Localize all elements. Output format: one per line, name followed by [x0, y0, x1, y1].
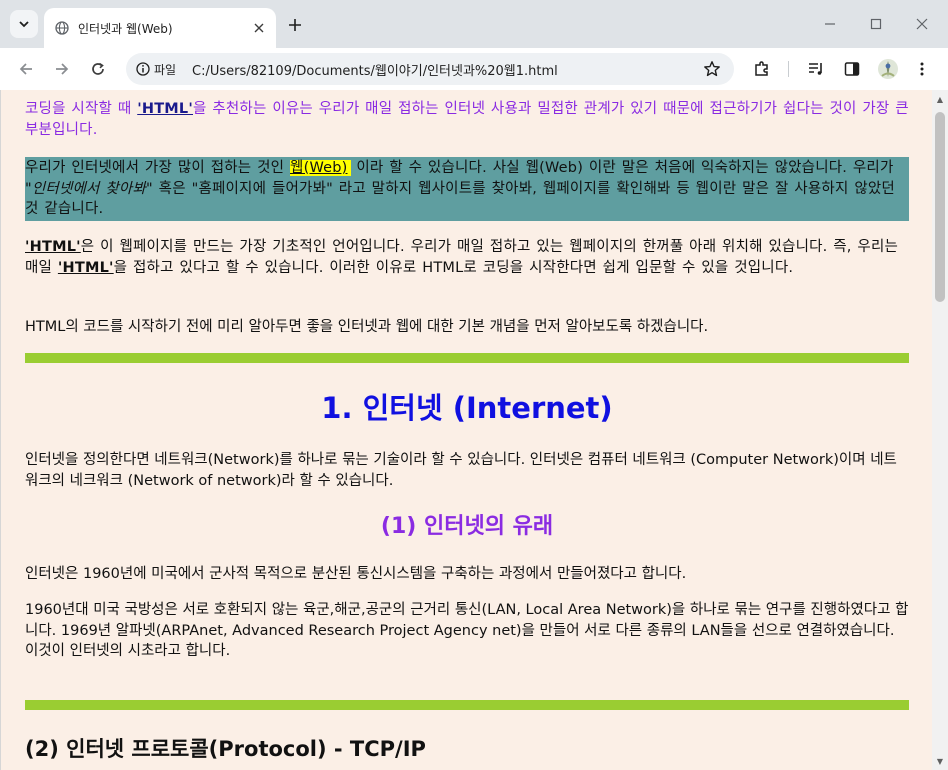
- site-chip-label: 파일: [154, 62, 177, 77]
- minimize-button[interactable]: [818, 12, 842, 36]
- web-text-end: 혹은 "홈페이지에 들어가봐" 라고 말하지 웹사이트를 찾아봐, 웹페이지를 …: [25, 180, 895, 218]
- maximize-icon: [870, 18, 882, 30]
- html-keyword: 'HTML': [137, 101, 193, 117]
- internet-definition-paragraph: 인터넷을 정의한다면 네트워크(Network)를 하나로 묶는 기술이라 할 …: [25, 452, 897, 489]
- tab-title: 인터넷과 웹(Web): [78, 21, 173, 36]
- media-icon: [809, 63, 822, 75]
- horizontal-rule: [25, 700, 909, 710]
- heading-internet-origin: (1) 인터넷의 유래: [380, 514, 554, 539]
- extensions-icon: [755, 61, 768, 76]
- close-icon[interactable]: [250, 19, 268, 37]
- back-icon: [19, 63, 32, 75]
- heading-internet: 1. 인터넷 (Internet): [321, 391, 613, 425]
- globe-icon: [54, 20, 70, 36]
- site-info-chip[interactable]: 파일: [130, 57, 184, 81]
- page-viewport: 코딩을 시작할 때 'HTML'을 추천하는 이유는 우리가 매일 접하는 인터…: [0, 90, 932, 770]
- new-tab-button[interactable]: [284, 14, 306, 36]
- origin-text: 1960년대 미국 국방성은 서로 호환되지 않는 육군,해군,공군의 근거리 …: [25, 602, 909, 639]
- browser-toolbar: 파일 C:/Users/82109/Documents/웹이야기/인터넷과%20…: [0, 48, 948, 90]
- url-text[interactable]: C:/Users/82109/Documents/웹이야기/인터넷과%20웹1.…: [192, 60, 558, 79]
- horizontal-rule: [25, 353, 909, 363]
- html-keyword: 'HTML': [25, 239, 81, 255]
- forward-button[interactable]: [50, 57, 74, 81]
- sidepanel-icon: [844, 62, 860, 76]
- tab-strip: 인터넷과 웹(Web): [0, 0, 948, 48]
- window-close-icon: [916, 18, 928, 30]
- web-paragraph: 우리가 인터넷에서 가장 많이 접하는 것인 웹(Web) 이라 할 수 있습니…: [25, 158, 909, 220]
- html-paragraph: 'HTML'은 이 웹페이지를 만드는 가장 기초적인 언어입니다. 우리가 매…: [25, 237, 909, 278]
- scroll-down-arrow[interactable]: ▼: [932, 754, 948, 768]
- menu-icon: [920, 62, 924, 76]
- avatar[interactable]: [876, 57, 900, 81]
- web-text-start: 우리가 인터넷에서 가장 많이 접하는 것인: [25, 160, 291, 176]
- info-icon: [136, 62, 150, 76]
- scrollbar-thumb[interactable]: [935, 112, 945, 302]
- reload-button[interactable]: [86, 57, 110, 81]
- window-close-button[interactable]: [910, 12, 934, 36]
- forward-icon: [56, 63, 69, 75]
- menu-button[interactable]: [910, 57, 934, 81]
- html-keyword: 'HTML': [57, 259, 114, 276]
- side-panel-button[interactable]: [840, 57, 864, 81]
- heading-protocol: (2) 인터넷 프로토콜(Protocol) - TCP/IP: [25, 737, 426, 761]
- origin-text-tail: 이것이 인터넷의 시초라고 합니다.: [25, 643, 231, 659]
- media-control-button[interactable]: [804, 57, 828, 81]
- active-tab[interactable]: 인터넷과 웹(Web): [44, 8, 276, 48]
- html-text-2: 을 접하고 있다고 할 수 있습니다. 이러한 이유로 HTML로 코딩을 시작…: [113, 259, 794, 276]
- toolbar-separator: [788, 61, 789, 77]
- bookmark-star-button[interactable]: [702, 59, 722, 79]
- scroll-up-arrow[interactable]: ▲: [932, 92, 948, 106]
- maximize-button[interactable]: [864, 12, 888, 36]
- basic-concepts-paragraph: HTML의 코드를 시작하기 전에 미리 알아두면 좋을 인터넷과 웹에 대한 …: [25, 319, 709, 335]
- web-italic-quote: "인터넷에서 찾아봐": [25, 180, 153, 197]
- tab-search-button[interactable]: [10, 10, 38, 38]
- intro-text-start: 코딩을 시작할 때: [25, 101, 138, 117]
- web-highlight-block: 우리가 인터넷에서 가장 많이 접하는 것인 웹(Web) 이라 할 수 있습니…: [25, 157, 909, 221]
- intro-paragraph: 코딩을 시작할 때 'HTML'을 추천하는 이유는 우리가 매일 접하는 인터…: [25, 99, 909, 140]
- address-bar[interactable]: 파일 C:/Users/82109/Documents/웹이야기/인터넷과%20…: [126, 53, 734, 85]
- web-text-middle: 이라 할 수 있습니다. 사실 웹(Web) 이란 말은 처음에 익숙하지는 않…: [350, 160, 894, 176]
- origin-paragraph-1: 인터넷은 1960년에 미국에서 군사적 목적으로 분산된 통신시스템을 구축하…: [25, 566, 687, 582]
- plus-icon: [289, 19, 301, 31]
- reload-icon: [92, 62, 104, 75]
- vertical-scrollbar[interactable]: ▲ ▼: [932, 90, 948, 770]
- back-button[interactable]: [14, 57, 38, 81]
- web-highlighted-term: 웹(Web): [290, 160, 351, 176]
- star-icon: [704, 61, 720, 77]
- chevron-down-icon: [19, 21, 29, 28]
- origin-paragraph-2: 1960년대 미국 국방성은 서로 호환되지 않는 육군,해군,공군의 근거리 …: [25, 600, 909, 662]
- extensions-button[interactable]: [750, 57, 774, 81]
- minimize-icon: [825, 23, 835, 25]
